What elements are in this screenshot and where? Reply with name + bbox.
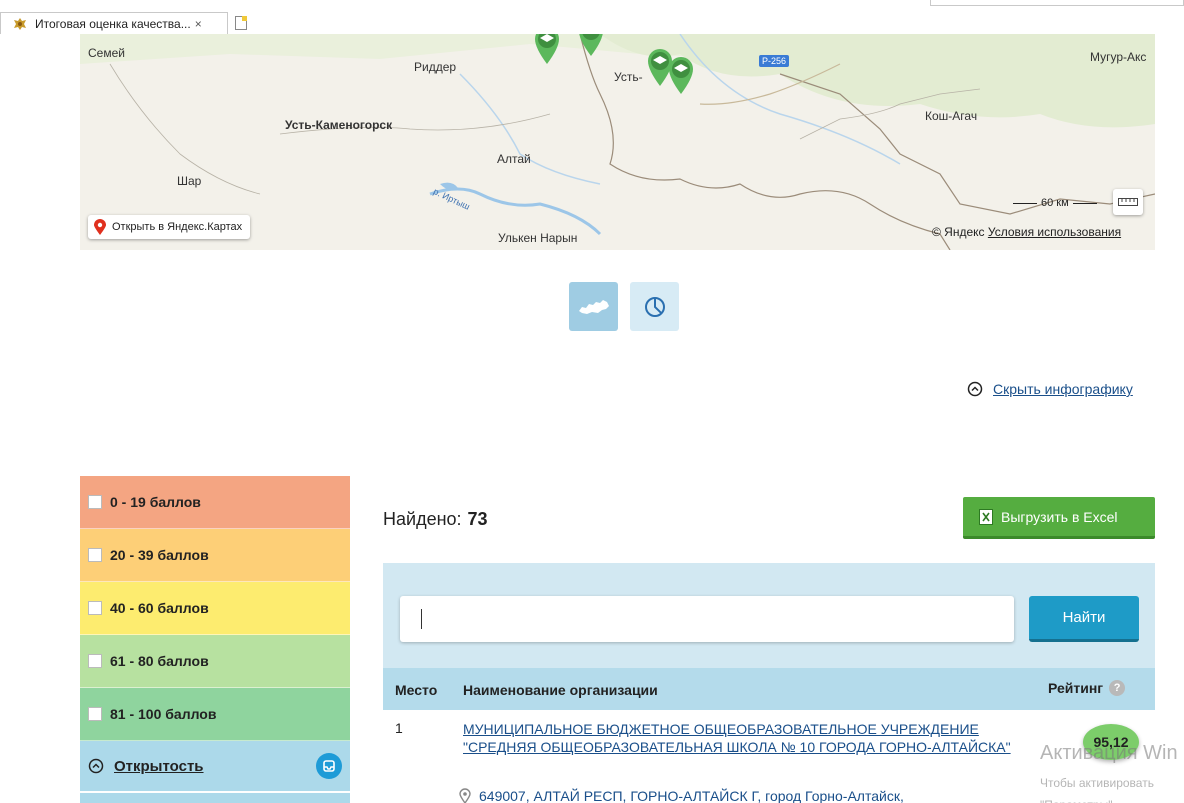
- filter-checkbox[interactable]: [88, 601, 102, 615]
- terms-link[interactable]: Условия использования: [988, 225, 1121, 239]
- map-label-ust-kamenogorsk: Усть-Каменогорск: [285, 118, 393, 132]
- chevron-up-circle-icon: [967, 381, 983, 397]
- map-label-mugur: Мугур-Акс: [1090, 50, 1147, 64]
- yandex-map[interactable]: Семей Риддер Усть- P-256 Мугур-Акс Усть-…: [80, 34, 1155, 250]
- filter-label: 40 - 60 баллов: [110, 600, 209, 616]
- hide-infographic-link[interactable]: Скрыть инфографику: [967, 381, 1133, 397]
- windows-activation-text: Чтобы активировать "Параметры": [1040, 772, 1154, 803]
- score-filter-panel: 0 - 19 баллов 20 - 39 баллов 40 - 60 бал…: [80, 476, 350, 803]
- excel-icon: [979, 508, 993, 525]
- map-scale: 60 км: [1013, 197, 1097, 209]
- school-marker-icon[interactable]: [576, 34, 606, 56]
- column-rating: Рейтинг ?: [1048, 680, 1126, 696]
- filter-checkbox[interactable]: [88, 548, 102, 562]
- search-panel: Найти: [383, 563, 1155, 668]
- export-excel-label: Выгрузить в Excel: [1001, 508, 1118, 525]
- map-label-ust: Усть-: [614, 70, 643, 84]
- browser-tab-bar: Итоговая оценка качества... ×: [0, 0, 1184, 34]
- search-input[interactable]: [400, 596, 1014, 642]
- found-label: Найдено:: [383, 509, 462, 529]
- filter-checkbox[interactable]: [88, 654, 102, 668]
- ruler-icon[interactable]: [1113, 189, 1143, 215]
- windows-activation-line2: "Параметры": [1040, 794, 1154, 803]
- map-label-shar: Шар: [177, 174, 202, 188]
- open-yandex-maps-button[interactable]: Открыть в Яндекс.Картах: [88, 215, 251, 239]
- tab-title: Итоговая оценка качества...: [35, 16, 191, 31]
- address-bar-edge: [930, 0, 1184, 6]
- crest-icon: [13, 17, 27, 31]
- windows-activation-title: Активация Win: [1040, 742, 1178, 764]
- openness-section[interactable]: Открытость: [80, 741, 350, 791]
- row-place: 1: [395, 720, 403, 736]
- pie-chart-icon: [644, 296, 665, 317]
- found-count: Найдено: 73: [383, 509, 488, 530]
- filter-61-80[interactable]: 61 - 80 баллов: [80, 635, 350, 688]
- search-button[interactable]: Найти: [1029, 596, 1139, 642]
- map-label-ulken-naryn: Улькен Нарын: [498, 231, 578, 245]
- tab-close-icon[interactable]: ×: [195, 17, 202, 31]
- scale-line-left: [1013, 202, 1037, 204]
- location-pin-icon: [459, 788, 471, 803]
- new-tab-icon[interactable]: [231, 14, 251, 32]
- map-label-semey: Семей: [88, 46, 125, 60]
- page: Итоговая оценка качества... × Семей Ридд…: [0, 0, 1184, 803]
- filter-label: 0 - 19 баллов: [110, 494, 201, 510]
- organization-link[interactable]: МУНИЦИПАЛЬНОЕ БЮДЖЕТНОЕ ОБЩЕОБРАЗОВАТЕЛЬ…: [463, 720, 1023, 756]
- column-rating-label: Рейтинг: [1048, 680, 1104, 696]
- scale-label: 60 км: [1041, 197, 1069, 209]
- export-excel-button[interactable]: Выгрузить в Excel: [963, 497, 1155, 539]
- scale-line-right: [1072, 202, 1097, 204]
- help-icon[interactable]: ?: [1109, 680, 1126, 696]
- hide-infographic-label: Скрыть инфографику: [993, 381, 1133, 397]
- map-copyright: © Яндекс Условия использования: [932, 225, 1121, 239]
- filter-40-60[interactable]: 40 - 60 баллов: [80, 582, 350, 635]
- search-button-label: Найти: [1062, 609, 1106, 626]
- map-pin-icon: [94, 219, 106, 235]
- russia-map-icon: [578, 299, 609, 314]
- results-table-header: Место Наименование организации Рейтинг ?: [383, 668, 1155, 710]
- road-badge: P-256: [759, 55, 790, 67]
- filter-checkbox[interactable]: [88, 495, 102, 509]
- openness-label: Открытость: [114, 757, 204, 775]
- school-marker-icon[interactable]: [666, 54, 696, 94]
- openness-badge-icon: [316, 753, 342, 779]
- copyright-text: © Яндекс: [932, 225, 985, 239]
- text-caret: [421, 609, 422, 629]
- open-yandex-label: Открыть в Яндекс.Картах: [112, 221, 243, 233]
- column-name: Наименование организации: [463, 682, 658, 698]
- windows-activation-line1: Чтобы активировать: [1040, 776, 1154, 790]
- browser-tab[interactable]: Итоговая оценка качества... ×: [0, 12, 228, 34]
- found-number: 73: [467, 509, 488, 529]
- next-criteria-section[interactable]: [80, 792, 350, 803]
- map-label-altai: Алтай: [497, 152, 531, 166]
- map-label-ridder: Риддер: [414, 60, 457, 74]
- organization-address: 649007, АЛТАЙ РЕСП, ГОРНО-АЛТАЙСК Г, гор…: [459, 788, 904, 803]
- filter-checkbox[interactable]: [88, 707, 102, 721]
- chevron-up-circle-icon: [88, 758, 104, 774]
- chart-view-button[interactable]: [630, 282, 679, 331]
- filter-81-100[interactable]: 81 - 100 баллов: [80, 688, 350, 741]
- filter-20-39[interactable]: 20 - 39 баллов: [80, 529, 350, 582]
- filter-label: 20 - 39 баллов: [110, 547, 209, 563]
- filter-label: 81 - 100 баллов: [110, 706, 217, 722]
- view-toggle: [569, 282, 679, 331]
- address-text: 649007, АЛТАЙ РЕСП, ГОРНО-АЛТАЙСК Г, гор…: [479, 788, 904, 803]
- school-marker-icon[interactable]: [532, 34, 562, 64]
- filter-0-19[interactable]: 0 - 19 баллов: [80, 476, 350, 529]
- map-label-kosh-agach: Кош-Агач: [925, 109, 978, 123]
- map-view-button[interactable]: [569, 282, 618, 331]
- filter-label: 61 - 80 баллов: [110, 653, 209, 669]
- column-place: Место: [395, 682, 438, 698]
